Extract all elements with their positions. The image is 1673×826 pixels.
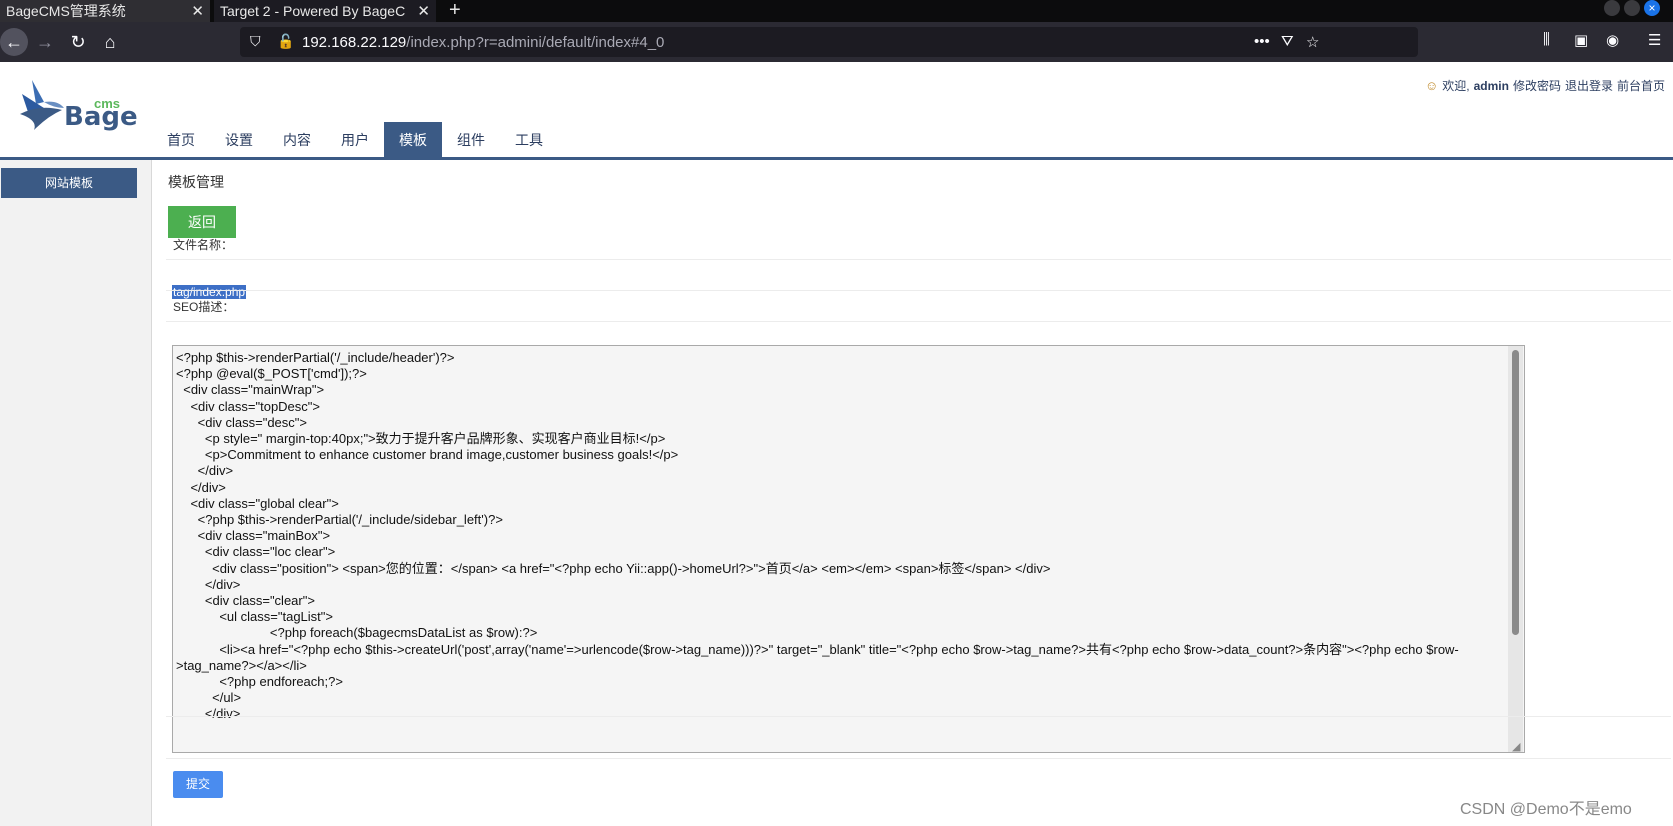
nav-content[interactable]: 内容 [268, 122, 326, 158]
seo-label: SEO描述： [173, 300, 235, 314]
page-title: 模板管理 [168, 174, 224, 190]
resize-grip-icon[interactable]: ◢ [1512, 740, 1520, 753]
template-code-textarea[interactable]: <?php $this->renderPartial('/_include/he… [172, 345, 1525, 753]
tab-close-icon[interactable]: ✕ [417, 2, 430, 20]
home-icon[interactable]: ⌂ [96, 28, 124, 56]
sidebar: 网站模板 [0, 160, 152, 826]
tab-target2[interactable]: Target 2 - Powered By BageC ✕ [214, 0, 436, 22]
bookmark-star-icon[interactable]: ☆ [1306, 33, 1319, 51]
username: admin [1473, 78, 1509, 93]
nav-tools[interactable]: 工具 [500, 122, 558, 158]
welcome-text: 欢迎, [1442, 79, 1470, 93]
pocket-icon[interactable]: ⛛ [1281, 33, 1294, 50]
front-home-link[interactable]: 前台首页 [1617, 77, 1665, 94]
filename-label: 文件名称： [173, 238, 234, 252]
more-actions-icon[interactable]: ••• [1254, 33, 1270, 50]
main-content: 模板管理 返回 文件名称： tag/index.php SEO描述： <?php… [152, 160, 1673, 826]
watermark: CSDN @Demo不是emo [1460, 801, 1632, 818]
back-icon[interactable]: ← [0, 28, 28, 56]
library-icon[interactable]: ⫼ [1543, 31, 1550, 48]
submit-button[interactable]: 提交 [173, 771, 223, 798]
forward-icon[interactable]: → [31, 28, 59, 56]
code-scroll-thumb[interactable] [1512, 350, 1519, 635]
nav-home[interactable]: 首页 [152, 122, 210, 158]
window-close-button[interactable]: × [1644, 0, 1660, 16]
back-button[interactable]: 返回 [168, 206, 236, 238]
user-bar: ☺ 欢迎, admin 修改密码 退出登录 前台首页 [1425, 77, 1665, 94]
row-divider [166, 259, 1671, 260]
user-icon: ☺ [1424, 78, 1439, 93]
sidebar-item-website-templates[interactable]: 网站模板 [1, 168, 137, 198]
url-path: /index.php?r=admini/default/index#4_0 [406, 34, 665, 51]
url-bar[interactable]: ⛉ 🔓 192.168.22.129/index.php?r=admini/de… [240, 27, 1418, 57]
shield-icon[interactable]: ⛉ [250, 33, 261, 50]
logout-link[interactable]: 退出登录 [1565, 77, 1613, 94]
logo-bage-text: Bage [64, 102, 138, 132]
row-divider [166, 716, 1671, 717]
sidebar-toggle-icon[interactable]: ▣ [1574, 31, 1588, 49]
window-maximize-button[interactable] [1624, 0, 1640, 16]
nav-users[interactable]: 用户 [326, 122, 384, 158]
reload-icon[interactable]: ↻ [64, 28, 92, 56]
row-divider [166, 758, 1671, 759]
url-text[interactable]: 192.168.22.129/index.php?r=admini/defaul… [302, 34, 664, 51]
tab-bagecms[interactable]: BageCMS管理系统 ✕ [0, 0, 210, 22]
menu-icon[interactable]: ☰ [1648, 31, 1661, 49]
url-host: 192.168.22.129 [302, 34, 407, 51]
row-divider [166, 290, 1671, 291]
tab-close-icon[interactable]: ✕ [191, 2, 204, 20]
browser-nav-bar: ← → ↻ ⌂ ⛉ 🔓 192.168.22.129/index.php?r=a… [0, 22, 1673, 62]
new-tab-button[interactable]: + [449, 0, 461, 22]
filename-value[interactable]: tag/index.php [172, 285, 247, 299]
code-scrollbar[interactable] [1508, 346, 1523, 752]
browser-tab-bar: BageCMS管理系统 ✕ Target 2 - Powered By Bage… [0, 0, 1673, 22]
main-nav: 首页 设置 内容 用户 模板 组件 工具 [152, 122, 558, 158]
change-password-link[interactable]: 修改密码 [1513, 77, 1561, 94]
insecure-lock-icon[interactable]: 🔓 [277, 33, 294, 50]
account-icon[interactable]: ◉ [1606, 31, 1619, 49]
tab-title: BageCMS管理系统 [6, 3, 126, 19]
nav-settings[interactable]: 设置 [210, 122, 268, 158]
tab-title: Target 2 - Powered By BageC [220, 3, 406, 19]
nav-components[interactable]: 组件 [442, 122, 500, 158]
nav-templates[interactable]: 模板 [384, 122, 442, 158]
row-divider [166, 321, 1671, 322]
window-minimize-button[interactable] [1604, 0, 1620, 16]
